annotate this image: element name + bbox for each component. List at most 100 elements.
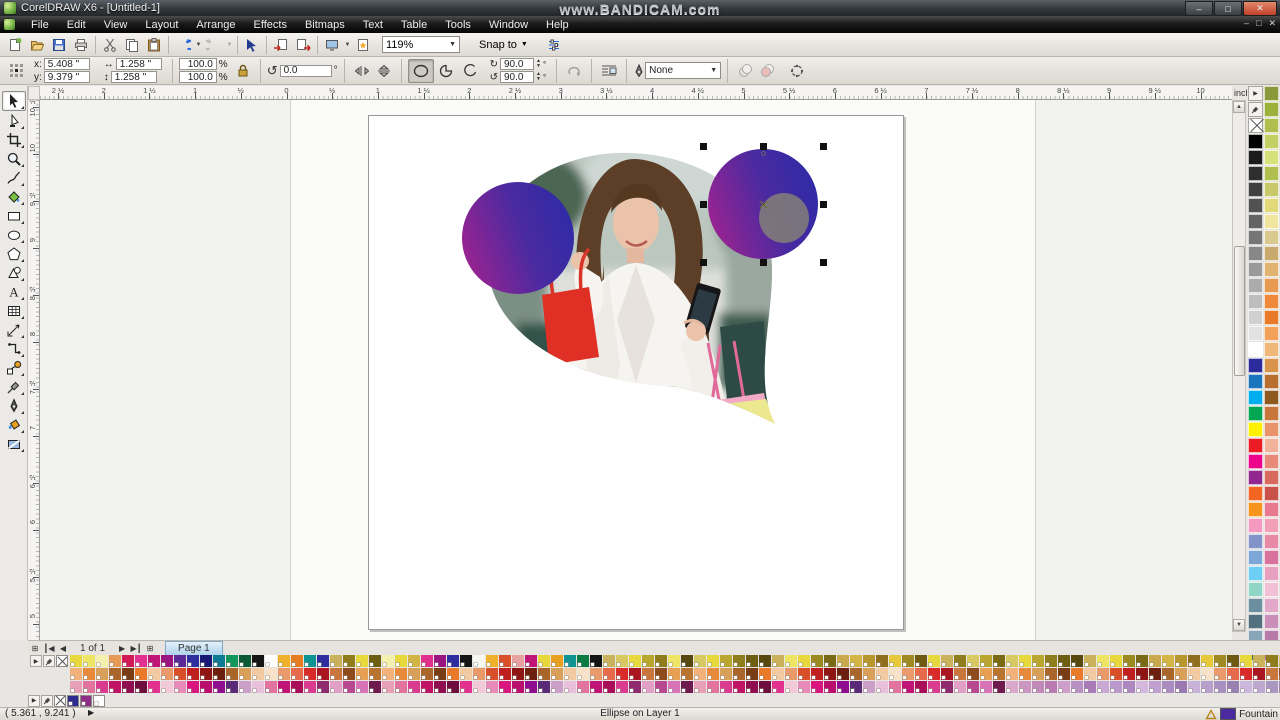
color-swatch[interactable] [1264, 550, 1279, 565]
color-swatch[interactable] [382, 655, 394, 667]
document-palette-flyout-icon[interactable]: ▶ [28, 694, 40, 707]
menu-arrange[interactable]: Arrange [187, 18, 244, 32]
color-swatch[interactable] [265, 655, 277, 667]
color-swatch[interactable] [733, 668, 745, 680]
color-swatch[interactable] [460, 681, 472, 693]
color-swatch[interactable] [1188, 668, 1200, 680]
color-swatch[interactable] [1264, 422, 1279, 437]
color-swatch[interactable] [1248, 534, 1263, 549]
ellipse-mode-button[interactable] [407, 58, 434, 83]
color-swatch[interactable] [733, 681, 745, 693]
color-swatch[interactable] [1019, 668, 1031, 680]
color-swatch[interactable] [616, 681, 628, 693]
color-swatch[interactable] [1201, 681, 1213, 693]
color-swatch[interactable] [96, 668, 108, 680]
color-swatch[interactable] [356, 681, 368, 693]
color-swatch[interactable] [1248, 486, 1263, 501]
color-swatch[interactable] [1110, 681, 1122, 693]
color-swatch[interactable] [1097, 655, 1109, 667]
color-swatch[interactable] [1097, 681, 1109, 693]
no-color-swatch[interactable] [54, 694, 66, 707]
color-swatch[interactable] [1264, 182, 1279, 197]
color-swatch[interactable] [1123, 668, 1135, 680]
color-swatch[interactable] [1032, 655, 1044, 667]
color-swatch[interactable] [928, 668, 940, 680]
color-swatch[interactable] [1149, 668, 1161, 680]
color-swatch[interactable] [525, 681, 537, 693]
color-swatch[interactable] [603, 668, 615, 680]
color-swatch[interactable] [1019, 681, 1031, 693]
menu-help[interactable]: Help [537, 18, 578, 32]
color-swatch[interactable] [408, 668, 420, 680]
color-swatch[interactable] [122, 668, 134, 680]
color-swatch[interactable] [616, 668, 628, 680]
pick-tool[interactable] [1, 91, 26, 111]
color-swatch[interactable] [343, 681, 355, 693]
arc-start-spinner[interactable]: ▲ ▼ [536, 59, 541, 69]
color-swatch[interactable] [798, 681, 810, 693]
color-swatch[interactable] [850, 681, 862, 693]
color-swatch[interactable] [629, 668, 641, 680]
color-swatch[interactable] [1248, 230, 1263, 245]
undo-icon[interactable] [172, 35, 194, 55]
scale-x-field[interactable]: 100.0 [178, 58, 217, 70]
color-swatch[interactable] [382, 681, 394, 693]
arc-mode-button[interactable] [458, 60, 482, 82]
color-swatch[interactable] [1248, 422, 1263, 437]
color-swatch[interactable] [213, 655, 225, 667]
color-swatch[interactable] [993, 668, 1005, 680]
color-swatch[interactable] [629, 681, 641, 693]
color-swatch[interactable] [759, 655, 771, 667]
color-swatch[interactable] [1188, 681, 1200, 693]
close-button[interactable]: ✕ [1243, 1, 1277, 16]
color-swatch[interactable] [70, 655, 82, 667]
rectangle-tool[interactable] [3, 207, 25, 225]
color-swatch[interactable] [1248, 470, 1263, 485]
color-swatch[interactable] [1248, 246, 1263, 261]
color-swatch[interactable] [954, 681, 966, 693]
color-swatch[interactable] [83, 681, 95, 693]
color-swatch[interactable] [525, 668, 537, 680]
add-page-icon[interactable]: ⊞ [28, 644, 42, 653]
color-swatch[interactable] [304, 655, 316, 667]
color-swatch[interactable] [252, 681, 264, 693]
color-swatch[interactable] [239, 655, 251, 667]
menu-window[interactable]: Window [480, 18, 537, 32]
color-swatch[interactable] [824, 655, 836, 667]
color-swatch[interactable] [889, 655, 901, 667]
color-swatch[interactable] [265, 668, 277, 680]
color-swatch[interactable] [1071, 655, 1083, 667]
color-swatch[interactable] [1058, 668, 1070, 680]
color-swatch[interactable] [1227, 681, 1239, 693]
color-swatch[interactable] [421, 681, 433, 693]
color-swatch[interactable] [759, 668, 771, 680]
color-swatch[interactable] [824, 681, 836, 693]
color-swatch[interactable] [1136, 668, 1148, 680]
color-swatch[interactable] [1248, 406, 1263, 421]
color-swatch[interactable] [538, 668, 550, 680]
color-swatch[interactable] [174, 668, 186, 680]
color-swatch[interactable] [291, 655, 303, 667]
color-swatch[interactable] [1084, 655, 1096, 667]
color-swatch[interactable] [356, 668, 368, 680]
color-swatch[interactable] [1248, 294, 1263, 309]
text-tool[interactable]: A [3, 283, 25, 301]
color-swatch[interactable] [1248, 214, 1263, 229]
color-swatch[interactable] [460, 655, 472, 667]
menu-effects[interactable]: Effects [245, 18, 296, 32]
color-swatch[interactable] [564, 668, 576, 680]
document-color-swatch[interactable] [80, 694, 92, 707]
color-swatch[interactable] [161, 681, 173, 693]
color-swatch[interactable] [460, 668, 472, 680]
color-swatch[interactable] [551, 655, 563, 667]
outline-pen-tool[interactable] [3, 397, 25, 415]
color-swatch[interactable] [1006, 681, 1018, 693]
color-swatch[interactable] [993, 655, 1005, 667]
color-swatch[interactable] [1240, 655, 1252, 667]
color-swatch[interactable] [824, 668, 836, 680]
color-swatch[interactable] [109, 668, 121, 680]
bottom-palette-eyedropper-icon[interactable] [43, 655, 55, 667]
color-swatch[interactable] [1264, 470, 1279, 485]
color-swatch[interactable] [1264, 310, 1279, 325]
vertical-scroll-thumb[interactable] [1234, 246, 1245, 376]
